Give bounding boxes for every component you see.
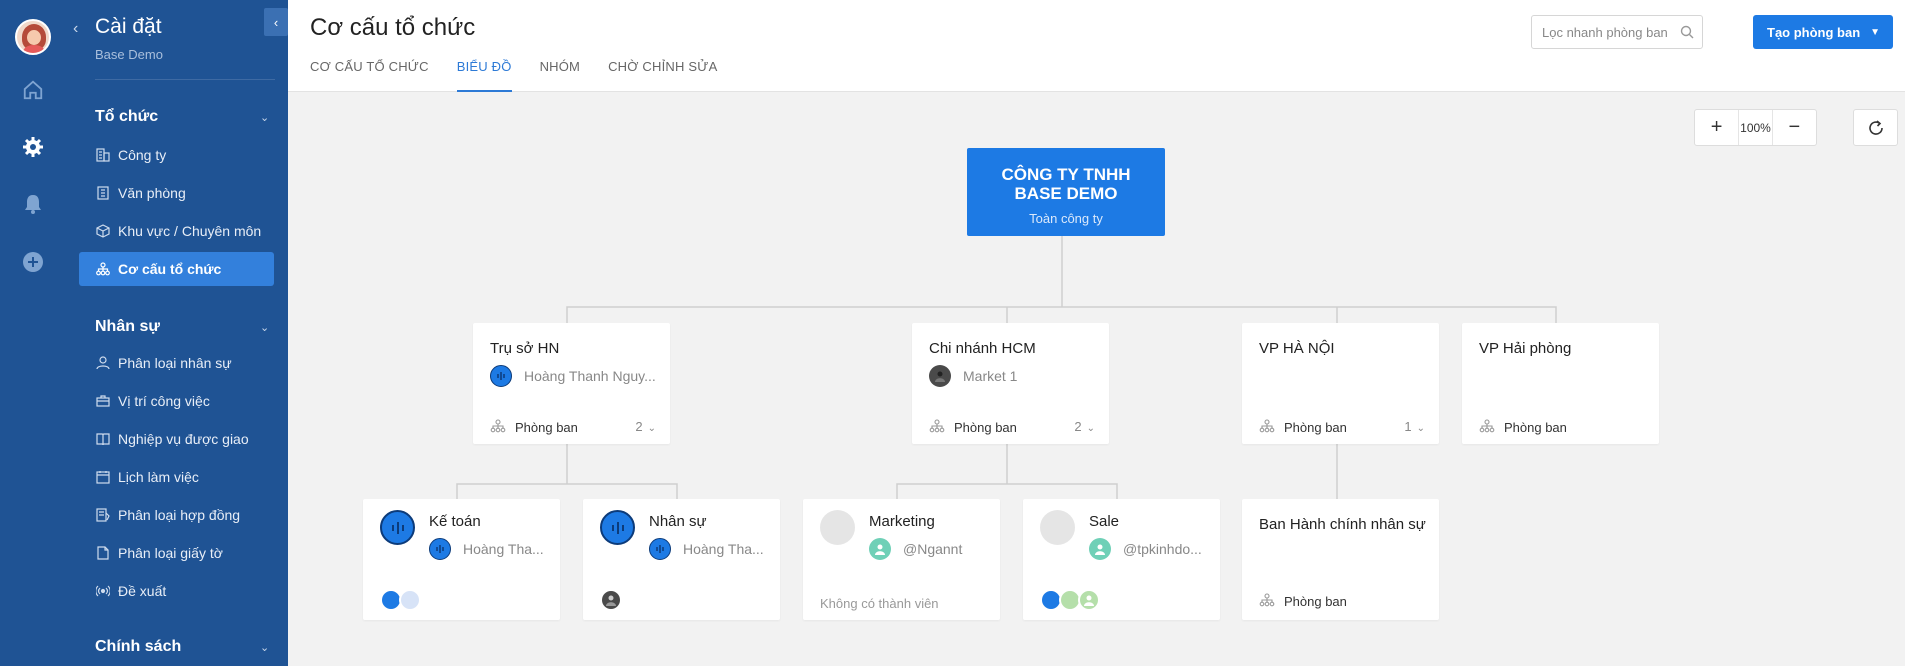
sub-department-toggle[interactable]: Phòng ban bbox=[1259, 419, 1347, 436]
org-node-vp-ha-noi[interactable]: VP HÀ NỘI Phòng ban 1 ⌄ bbox=[1242, 323, 1439, 444]
sub-department-count[interactable]: 2 ⌄ bbox=[635, 419, 656, 434]
org-node-ke-toan[interactable]: Kế toán Hoàng Tha... bbox=[363, 499, 560, 620]
avatar bbox=[929, 365, 951, 387]
root-name-line1: CÔNG TY TNHH bbox=[1001, 165, 1131, 184]
manager-name: Hoàng Tha... bbox=[683, 541, 764, 557]
sub-department-toggle[interactable]: Phòng ban bbox=[490, 419, 578, 436]
node-name: Marketing bbox=[869, 513, 935, 530]
node-name: VP HÀ NỘI bbox=[1259, 340, 1335, 357]
node-manager: Hoàng Tha... bbox=[649, 538, 764, 560]
node-name: Ban Hành chính nhân sự bbox=[1259, 516, 1426, 533]
org-node-tru-so-hn[interactable]: Trụ sở HN Hoàng Thanh Nguy... Phòng ban … bbox=[473, 323, 670, 444]
dept-label: Phòng ban bbox=[1504, 420, 1567, 435]
dept-label: Phòng ban bbox=[954, 420, 1017, 435]
node-manager: Hoàng Thanh Nguy... bbox=[490, 365, 656, 387]
chevron-down-icon: ⌄ bbox=[1416, 423, 1425, 434]
no-member-text: Không có thành viên bbox=[820, 596, 939, 611]
department-avatar bbox=[380, 510, 415, 545]
dept-label: Phòng ban bbox=[515, 420, 578, 435]
avatar bbox=[869, 538, 891, 560]
chevron-down-icon: ⌄ bbox=[1086, 423, 1095, 434]
member-avatars[interactable] bbox=[1040, 589, 1100, 611]
avatar bbox=[1089, 538, 1111, 560]
department-avatar bbox=[1040, 510, 1075, 545]
node-name: Nhân sự bbox=[649, 513, 707, 530]
org-node-sale[interactable]: Sale @tpkinhdo... bbox=[1023, 499, 1220, 620]
org-root-company[interactable]: CÔNG TY TNHH BASE DEMO Toàn công ty bbox=[967, 148, 1165, 236]
org-node-nhan-su[interactable]: Nhân sự Hoàng Tha... bbox=[583, 499, 780, 620]
root-scope: Toàn công ty bbox=[1029, 211, 1103, 226]
org-chart-icon bbox=[1479, 419, 1495, 436]
sub-department-toggle[interactable]: Phòng ban bbox=[1479, 419, 1567, 436]
manager-name: @tpkinhdo... bbox=[1123, 541, 1202, 557]
chevron-down-icon: ⌄ bbox=[647, 423, 656, 434]
avatar bbox=[429, 538, 451, 560]
dept-label: Phòng ban bbox=[1284, 594, 1347, 609]
avatar bbox=[490, 365, 512, 387]
org-chart-icon bbox=[490, 419, 506, 436]
node-name: Kế toán bbox=[429, 513, 481, 530]
node-manager: Market 1 bbox=[929, 365, 1017, 387]
root-name-line2: BASE DEMO bbox=[1014, 184, 1118, 203]
org-chart-icon bbox=[1259, 593, 1275, 610]
org-node-ban-hanh-chinh-nhan-su[interactable]: Ban Hành chính nhân sự Phòng ban bbox=[1242, 499, 1439, 620]
node-manager: @Ngannt bbox=[869, 538, 962, 560]
manager-name: Market 1 bbox=[963, 368, 1018, 384]
node-manager: @tpkinhdo... bbox=[1089, 538, 1202, 560]
node-manager: Hoàng Tha... bbox=[429, 538, 544, 560]
node-name: Chi nhánh HCM bbox=[929, 340, 1036, 357]
org-node-chi-nhanh-hcm[interactable]: Chi nhánh HCM Market 1 Phòng ban 2 ⌄ bbox=[912, 323, 1109, 444]
node-name: Sale bbox=[1089, 513, 1120, 530]
department-avatar bbox=[820, 510, 855, 545]
member-avatars[interactable] bbox=[600, 589, 622, 611]
avatar bbox=[600, 589, 622, 611]
sub-department-count[interactable]: 1 ⌄ bbox=[1404, 419, 1425, 434]
org-node-vp-hai-phong[interactable]: VP Hải phòng Phòng ban bbox=[1462, 323, 1659, 444]
sub-department-toggle[interactable]: Phòng ban bbox=[929, 419, 1017, 436]
avatar bbox=[649, 538, 671, 560]
avatar bbox=[399, 589, 421, 611]
sub-department-toggle[interactable]: Phòng ban bbox=[1259, 593, 1347, 610]
sub-department-count[interactable]: 2 ⌄ bbox=[1074, 419, 1095, 434]
org-node-marketing[interactable]: Marketing @Ngannt Không có thành viên bbox=[803, 499, 1000, 620]
avatar bbox=[1078, 589, 1100, 611]
department-avatar bbox=[600, 510, 635, 545]
manager-name: Hoàng Thanh Nguy... bbox=[524, 368, 656, 384]
node-name: Trụ sở HN bbox=[490, 340, 560, 357]
node-name: VP Hải phòng bbox=[1479, 340, 1572, 357]
dept-label: Phòng ban bbox=[1284, 420, 1347, 435]
manager-name: Hoàng Tha... bbox=[463, 541, 544, 557]
member-avatars[interactable] bbox=[380, 589, 421, 611]
org-chart-icon bbox=[929, 419, 945, 436]
manager-name: @Ngannt bbox=[903, 541, 963, 557]
org-chart-icon bbox=[1259, 419, 1275, 436]
